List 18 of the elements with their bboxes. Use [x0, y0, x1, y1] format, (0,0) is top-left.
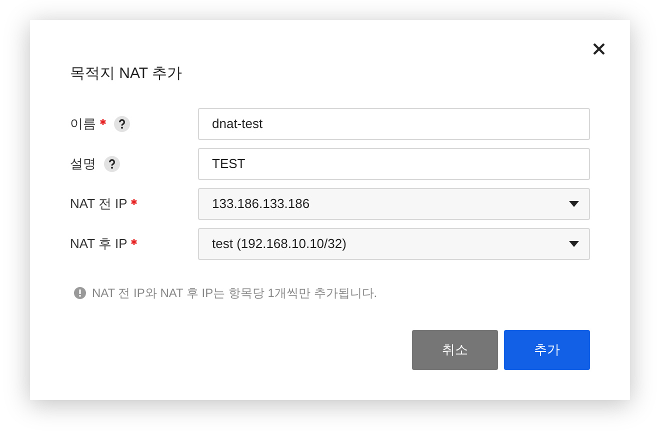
field-label: 설명: [70, 155, 96, 174]
dialog-title: 목적지 NAT 추가: [70, 64, 182, 84]
help-icon[interactable]: [104, 156, 120, 172]
select-field[interactable]: 133.186.133.186: [198, 188, 590, 220]
field-label: 이름: [70, 115, 96, 134]
caret-icon: [569, 241, 579, 247]
help-icon[interactable]: [114, 116, 130, 132]
select-field[interactable]: test (192.168.10.10/32): [198, 228, 590, 260]
input-field[interactable]: TEST: [198, 148, 590, 180]
cancel-button[interactable]: 취소: [412, 330, 498, 370]
add-button[interactable]: 추가: [504, 330, 590, 370]
note-text: NAT 전 IP와 NAT 후 IP는 항목당 1개씩만 추가됩니다.: [92, 285, 378, 302]
input-field[interactable]: dnat-test: [198, 108, 590, 140]
field-label: NAT 후 IP: [70, 235, 128, 254]
field-label: NAT 전 IP: [70, 195, 128, 214]
caret-icon: [569, 201, 579, 207]
close-icon[interactable]: [592, 42, 606, 56]
info-icon: [74, 287, 86, 299]
